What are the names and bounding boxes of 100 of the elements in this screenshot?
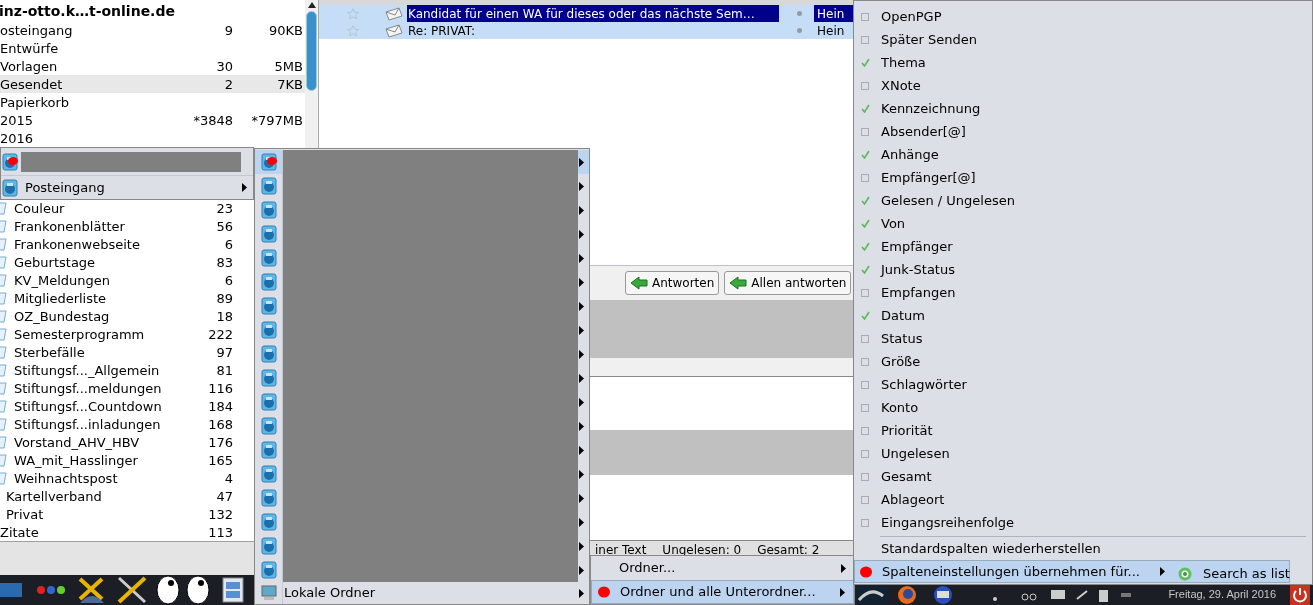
menu-item[interactable]: Posteingang xyxy=(1,175,253,199)
menu-item[interactable]: Kennzeichnung xyxy=(854,97,1312,120)
menu-item[interactable]: Empfänger[@] xyxy=(854,166,1312,189)
menu-item[interactable]: Datum xyxy=(854,304,1312,327)
menu-item[interactable]: Konto xyxy=(854,396,1312,419)
folder-size: 5MB xyxy=(273,58,303,76)
menu-item[interactable]: Ordner und alle Unterordner... xyxy=(591,580,854,604)
submenu-arrow-icon xyxy=(1160,567,1165,576)
menu-item[interactable]: Ungelesen xyxy=(854,442,1312,465)
folder-name[interactable]: Couleur xyxy=(14,199,65,219)
menu-item[interactable]: Gesamt xyxy=(854,465,1312,488)
menu-item[interactable]: Status xyxy=(854,327,1312,350)
folder-name[interactable]: Frankonenblätter xyxy=(14,217,125,237)
menu-item[interactable]: Standardspalten wiederherstellen xyxy=(854,537,1312,560)
folder-name[interactable]: Kartellverband xyxy=(6,487,102,507)
star-icon[interactable] xyxy=(347,7,359,20)
unread-count: 56 xyxy=(215,218,233,236)
account-icon xyxy=(259,225,278,243)
folder-name[interactable]: Privat xyxy=(6,505,44,525)
menu-item[interactable]: Schlagwörter xyxy=(854,373,1312,396)
menu-item[interactable]: Von xyxy=(854,212,1312,235)
folder-icon xyxy=(0,364,7,378)
folder-name[interactable]: Semesterprogramm xyxy=(14,325,145,345)
scroll-up-icon[interactable] xyxy=(307,2,316,8)
eyes-icon[interactable] xyxy=(156,575,212,605)
status-text: iner Text xyxy=(595,541,647,559)
folder-name[interactable]: WA_mit_Hasslinger xyxy=(14,451,138,471)
menu-item-label: Ordner... xyxy=(619,559,677,578)
unread-count: 168 xyxy=(207,416,233,434)
folder-row[interactable]: Gesendet 2 7KB xyxy=(0,75,305,93)
unread-count: 6 xyxy=(223,236,233,254)
menu-item[interactable]: Eingangsreihenfolge xyxy=(854,511,1312,534)
message-subject[interactable]: Re: PRIVAT: xyxy=(407,21,779,40)
folder-name[interactable]: KV_Meldungen xyxy=(14,271,110,291)
menu-item[interactable]: Thema xyxy=(854,51,1312,74)
reply-arrow-icon xyxy=(630,276,648,290)
folder-icon xyxy=(0,436,7,450)
menu-item-label: Thema xyxy=(881,53,926,72)
folder-name[interactable]: Sterbefälle xyxy=(14,343,85,363)
folder-name[interactable]: Mitgliederliste xyxy=(14,289,107,309)
menu-item-label: Status xyxy=(881,329,923,348)
clock-date[interactable]: Freitag, 29. April 2016 xyxy=(1168,586,1276,603)
menu-item[interactable]: Empfänger xyxy=(854,235,1312,258)
menu-item-label: Kennzeichnung xyxy=(881,99,981,118)
app-icon[interactable] xyxy=(855,585,887,604)
reply-button[interactable]: Allen antworten xyxy=(724,271,852,295)
folder-name[interactable]: Frankonenwebseite xyxy=(14,235,140,255)
folder-icon xyxy=(0,400,7,414)
unread-count: 97 xyxy=(215,344,233,362)
folder-name[interactable]: Stiftungsf..._Allgemein xyxy=(14,361,160,381)
folder-name: Entwürfe xyxy=(0,40,60,58)
menu-item[interactable]: Später Senden xyxy=(854,28,1312,51)
folder-name[interactable]: Weihnachtspost xyxy=(14,469,118,489)
message-row[interactable]: Re: PRIVAT: Hein xyxy=(319,22,853,39)
menu-item[interactable]: Ablageort xyxy=(854,488,1312,511)
star-icon[interactable] xyxy=(347,24,359,37)
menu-item[interactable]: Empfangen xyxy=(854,281,1312,304)
folder-name[interactable]: Vorstand_AHV_HBV xyxy=(14,433,140,453)
folder-icon xyxy=(0,328,7,342)
scroll-thumb[interactable] xyxy=(306,11,317,91)
menu-item[interactable]: Anhänge xyxy=(854,143,1312,166)
cabinet-icon[interactable] xyxy=(222,577,244,603)
folder-name[interactable]: Stiftungsf...Countdown xyxy=(14,397,162,417)
menu-item[interactable]: Priorität xyxy=(854,419,1312,442)
menu-item[interactable]: OpenPGP xyxy=(854,5,1312,28)
power-icon[interactable] xyxy=(1290,584,1310,605)
folder-icon xyxy=(0,310,7,324)
reply-button[interactable]: Antworten xyxy=(625,271,720,295)
submenu-arrow-icon xyxy=(579,469,584,479)
menu-item[interactable]: Größe xyxy=(854,350,1312,373)
folder-name[interactable]: Geburtstage xyxy=(14,253,96,273)
submenu-arrow-icon xyxy=(579,588,584,598)
menu-item-label: Ordner und alle Unterordner... xyxy=(620,583,817,602)
menu-item-label: Spalteneinstellungen übernehmen für... xyxy=(882,562,1140,581)
submenu-arrow-icon xyxy=(579,349,584,359)
message-row[interactable]: Kandidat für einen WA für dieses oder das nächste Sem… Hein xyxy=(319,5,853,22)
read-dot-icon[interactable] xyxy=(797,28,802,33)
menu-item[interactable]: Ordner... xyxy=(591,556,854,580)
menu-item[interactable]: Junk-Status xyxy=(854,258,1312,281)
menu-item-label: Absender[@] xyxy=(881,122,966,141)
menu-item-label: Search as list xyxy=(1203,564,1290,583)
submenu-arrow-icon xyxy=(579,493,584,503)
folder-name[interactable]: Stiftungsf...meldungen xyxy=(14,379,162,399)
account-icon xyxy=(259,369,278,387)
submenu-arrow-icon xyxy=(579,205,584,215)
folder-name[interactable]: Stiftungsf...inladungen xyxy=(14,415,161,435)
menu-item[interactable]: Gelesen / Ungelesen xyxy=(854,189,1312,212)
account-name[interactable]: inz-otto.k…t-online.de xyxy=(0,0,175,22)
menu-item[interactable]: Absender[@] xyxy=(854,120,1312,143)
dots-icon[interactable] xyxy=(36,585,66,595)
menu-item[interactable]: Lokale Ordner xyxy=(255,582,589,604)
read-dot-icon[interactable] xyxy=(797,11,802,16)
menu-item[interactable]: XNote xyxy=(854,74,1312,97)
folder-icon xyxy=(0,382,7,396)
folder-name[interactable]: Zitate xyxy=(0,523,39,543)
folder-name[interactable]: OZ_Bundestag xyxy=(14,307,110,327)
reply-arrow-icon xyxy=(729,276,748,290)
tools-icon[interactable] xyxy=(116,575,148,605)
account-icon xyxy=(259,561,278,579)
folder-icon xyxy=(0,418,7,432)
